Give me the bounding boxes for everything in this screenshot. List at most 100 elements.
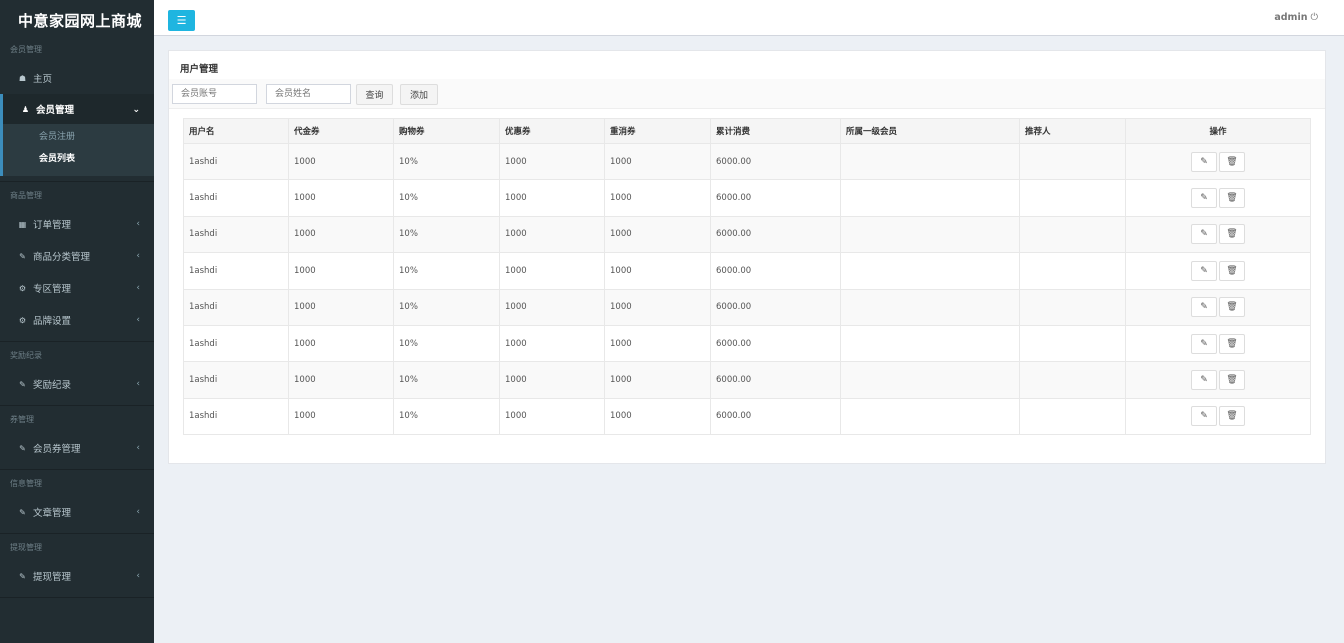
chevron-left-icon: ‹ xyxy=(136,379,140,389)
table-cell: 6000.00 xyxy=(710,324,841,363)
table-cell: 10% xyxy=(393,397,500,436)
row-actions: ✎ 🗑 xyxy=(1125,142,1311,181)
column-header: 代金券 xyxy=(288,118,394,144)
table-cell: 1000 xyxy=(288,215,394,254)
table-row: 1ashdi 1000 10% 1000 1000 6000.00 ✎ 🗑 xyxy=(183,252,1311,290)
sidebar-item-zones[interactable]: ⚙ 专区管理 ‹ xyxy=(0,272,154,304)
edit-button[interactable]: ✎ xyxy=(1191,370,1217,391)
edit-button[interactable]: ✎ xyxy=(1191,188,1217,209)
column-header: 累计消费 xyxy=(710,118,841,144)
user-menu[interactable]: admin ⏻ xyxy=(1274,12,1318,23)
table-cell: 10% xyxy=(393,252,500,290)
table-cell xyxy=(1019,288,1126,326)
sidebar-item-label: 订单管理 xyxy=(33,220,72,231)
add-button[interactable]: 添加 xyxy=(400,84,438,105)
table-cell: 6000.00 xyxy=(710,288,841,326)
table-row: 1ashdi 1000 10% 1000 1000 6000.00 ✎ 🗑 xyxy=(183,397,1311,436)
row-actions: ✎ 🗑 xyxy=(1125,252,1311,290)
sidebar-item-brands[interactable]: ⚙ 品牌设置 ‹ xyxy=(0,304,154,336)
row-actions: ✎ 🗑 xyxy=(1125,324,1311,363)
trash-icon: 🗑 xyxy=(1226,156,1238,167)
delete-button[interactable]: 🗑 xyxy=(1219,224,1245,245)
table-cell: 1ashdi xyxy=(183,142,289,181)
sidebar-item-withdraw[interactable]: ✎ 提现管理 ‹ xyxy=(0,560,154,592)
table-cell: 1000 xyxy=(288,361,394,399)
edit-button[interactable]: ✎ xyxy=(1191,297,1217,318)
table-cell: 1000 xyxy=(604,324,711,363)
sidebar-item-rewards[interactable]: ✎ 奖励纪录 ‹ xyxy=(0,368,154,400)
table-cell: 6000.00 xyxy=(710,142,841,181)
table-cell: 1000 xyxy=(499,252,605,290)
chevron-left-icon: ‹ xyxy=(136,315,140,325)
column-header: 所属一级会员 xyxy=(840,118,1020,144)
table-cell xyxy=(840,397,1020,436)
member-name-input[interactable] xyxy=(266,84,351,104)
chevron-left-icon: ‹ xyxy=(136,443,140,453)
query-button[interactable]: 查询 xyxy=(356,84,393,105)
table-cell: 1000 xyxy=(288,324,394,363)
edit-button[interactable]: ✎ xyxy=(1191,151,1217,172)
chevron-left-icon: ‹ xyxy=(136,219,140,229)
delete-button[interactable]: 🗑 xyxy=(1219,333,1245,354)
table-row: 1ashdi 1000 10% 1000 1000 6000.00 ✎ 🗑 xyxy=(183,361,1311,399)
app-title[interactable]: 中意家园网上商城 xyxy=(0,0,154,36)
sidebar-item-orders[interactable]: ▦ 订单管理 ‹ xyxy=(0,208,154,240)
sidebar-item-member-management[interactable]: ♟ 会员管理 ⌄ xyxy=(0,94,154,124)
edit-icon: ✎ xyxy=(19,571,26,581)
row-actions: ✎ 🗑 xyxy=(1125,397,1311,436)
section-title-info: 信息管理 xyxy=(10,479,42,488)
sidebar-item-coupons[interactable]: ✎ 会员券管理 ‹ xyxy=(0,432,154,464)
trash-icon: 🗑 xyxy=(1226,193,1238,204)
calendar-icon: ▦ xyxy=(18,219,27,229)
table-row: 1ashdi 1000 10% 1000 1000 6000.00 ✎ 🗑 xyxy=(183,142,1311,181)
edit-button[interactable]: ✎ xyxy=(1191,406,1217,427)
table-cell xyxy=(840,142,1020,181)
row-actions: ✎ 🗑 xyxy=(1125,288,1311,326)
table-cell xyxy=(1019,142,1126,181)
search-toolbar: 查询 添加 xyxy=(169,79,1325,109)
edit-button[interactable]: ✎ xyxy=(1191,333,1217,354)
table-cell: 10% xyxy=(393,215,500,254)
table-cell: 1000 xyxy=(288,142,394,181)
table-row: 1ashdi 1000 10% 1000 1000 6000.00 ✎ 🗑 xyxy=(183,324,1311,363)
table-cell: 6000.00 xyxy=(710,215,841,254)
edit-button[interactable]: ✎ xyxy=(1191,224,1217,245)
power-icon[interactable]: ⏻ xyxy=(1310,12,1318,23)
sidebar: 中意家园网上商城 会员管理 ☗ 主页 ♟ 会员管理 ⌄ 会员注册 会员列表 商品… xyxy=(0,0,154,643)
delete-button[interactable]: 🗑 xyxy=(1219,260,1245,281)
sidebar-toggle-button[interactable]: ☰ xyxy=(168,10,195,31)
column-header: 购物券 xyxy=(393,118,500,144)
sidebar-subitem-member-register[interactable]: 会员注册 xyxy=(3,126,154,148)
sidebar-item-articles[interactable]: ✎ 文章管理 ‹ xyxy=(0,496,154,528)
table-cell: 10% xyxy=(393,142,500,181)
sidebar-item-categories[interactable]: ✎ 商品分类管理 ‹ xyxy=(0,240,154,272)
section-title-withdraw: 提现管理 xyxy=(10,543,42,552)
edit-button[interactable]: ✎ xyxy=(1191,260,1217,281)
table-cell: 10% xyxy=(393,361,500,399)
delete-button[interactable]: 🗑 xyxy=(1219,188,1245,209)
trash-icon: 🗑 xyxy=(1226,265,1238,276)
edit-icon: ✎ xyxy=(1200,229,1208,240)
delete-button[interactable]: 🗑 xyxy=(1219,370,1245,391)
row-actions: ✎ 🗑 xyxy=(1125,361,1311,399)
member-account-input[interactable] xyxy=(172,84,257,104)
edit-icon: ✎ xyxy=(19,379,26,389)
menu-icon: ☰ xyxy=(176,14,187,27)
trash-icon: 🗑 xyxy=(1226,302,1238,313)
table-cell: 1ashdi xyxy=(183,179,289,217)
column-header: 操作 xyxy=(1125,118,1311,144)
table-cell: 1000 xyxy=(604,215,711,254)
delete-button[interactable]: 🗑 xyxy=(1219,406,1245,427)
sidebar-item-home[interactable]: ☗ 主页 xyxy=(0,62,154,94)
section-title-products: 商品管理 xyxy=(10,191,42,200)
table-cell xyxy=(1019,252,1126,290)
column-header: 用户名 xyxy=(183,118,289,144)
table-cell: 6000.00 xyxy=(710,252,841,290)
delete-button[interactable]: 🗑 xyxy=(1219,151,1245,172)
sidebar-item-label: 主页 xyxy=(33,74,53,85)
delete-button[interactable]: 🗑 xyxy=(1219,297,1245,318)
table-cell xyxy=(840,252,1020,290)
sidebar-subitem-member-list[interactable]: 会员列表 xyxy=(3,148,154,170)
table-cell xyxy=(840,215,1020,254)
table-cell: 1000 xyxy=(499,288,605,326)
